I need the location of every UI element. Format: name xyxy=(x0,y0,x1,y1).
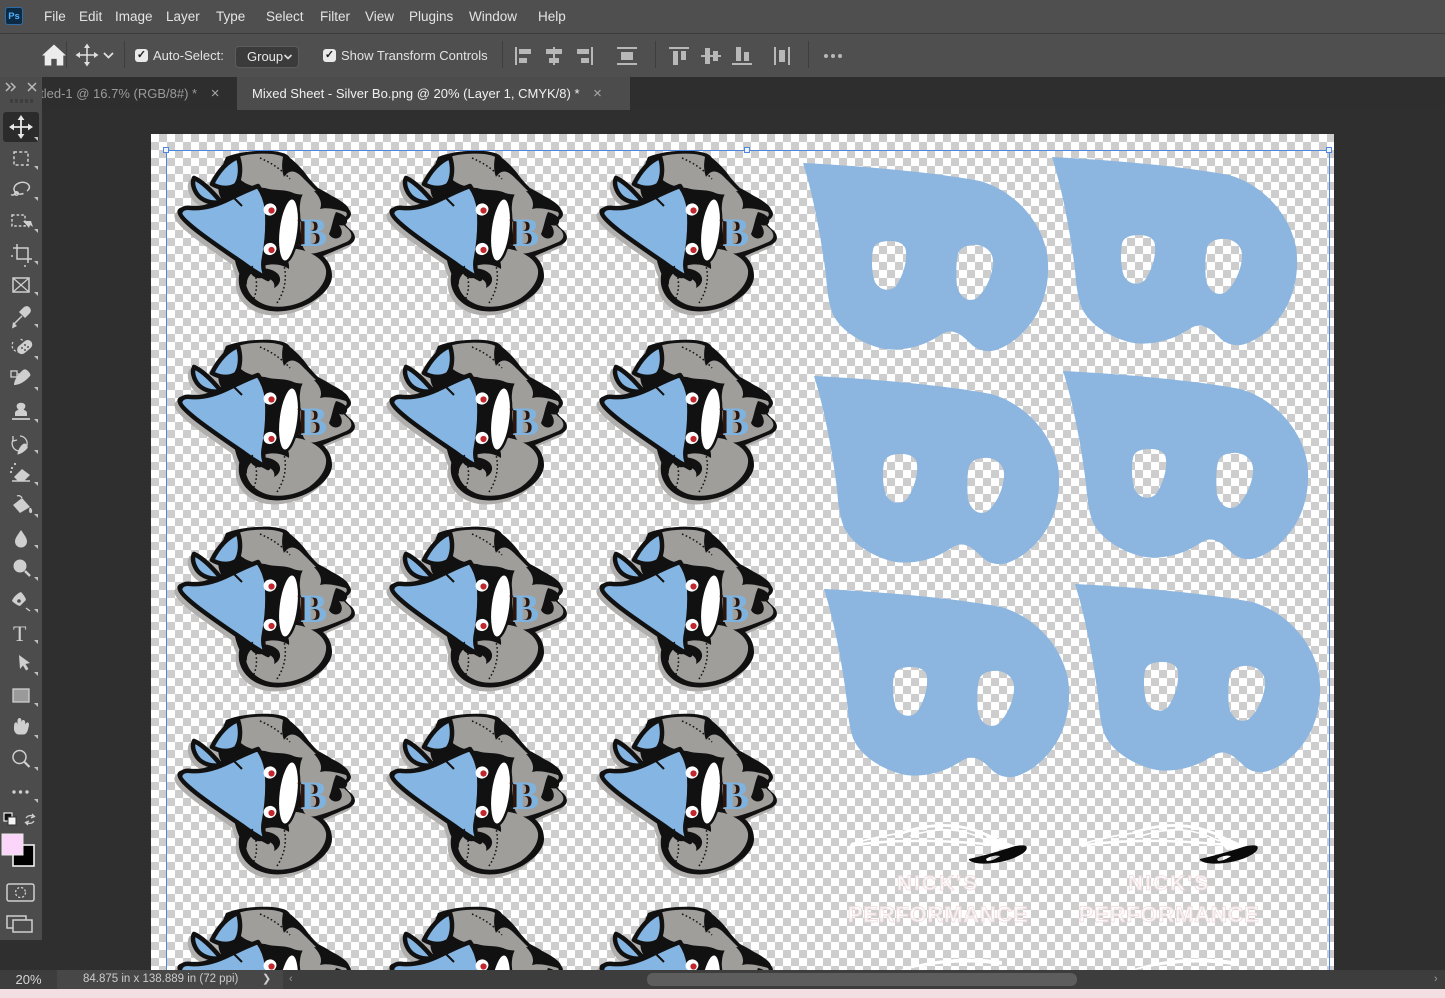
svg-text:T: T xyxy=(13,621,27,646)
